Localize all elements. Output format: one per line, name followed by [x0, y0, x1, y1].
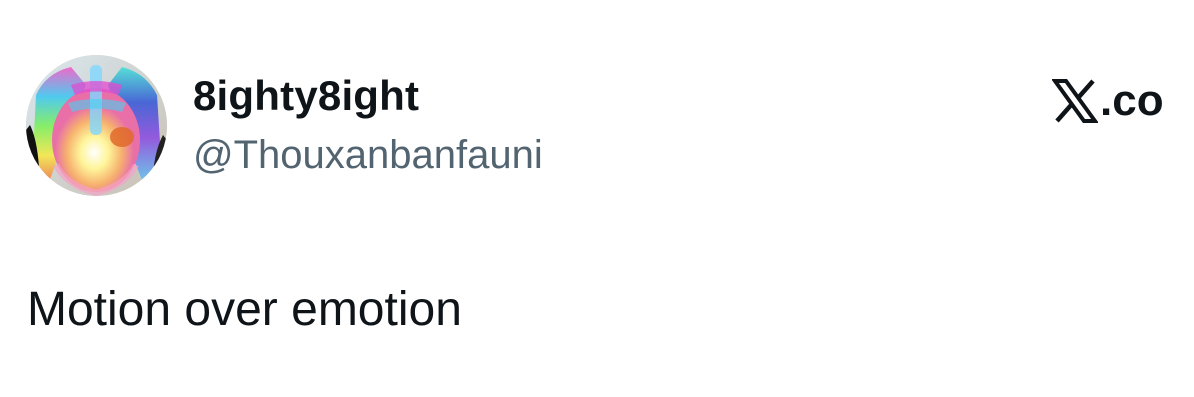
- source-domain-text: .co: [1100, 76, 1164, 125]
- avatar[interactable]: [26, 55, 167, 196]
- source-logo[interactable]: .co: [1052, 76, 1194, 126]
- tweet-card: 8ighty8ight @Thouxanbanfauni .co Motion …: [0, 0, 1194, 397]
- x-logo-icon: [1052, 79, 1098, 123]
- xray-avatar-image: [26, 55, 167, 196]
- tweet-text: Motion over emotion: [27, 283, 462, 336]
- author-display-name[interactable]: 8ighty8ight: [193, 72, 419, 120]
- author-handle[interactable]: @Thouxanbanfauni: [193, 131, 543, 179]
